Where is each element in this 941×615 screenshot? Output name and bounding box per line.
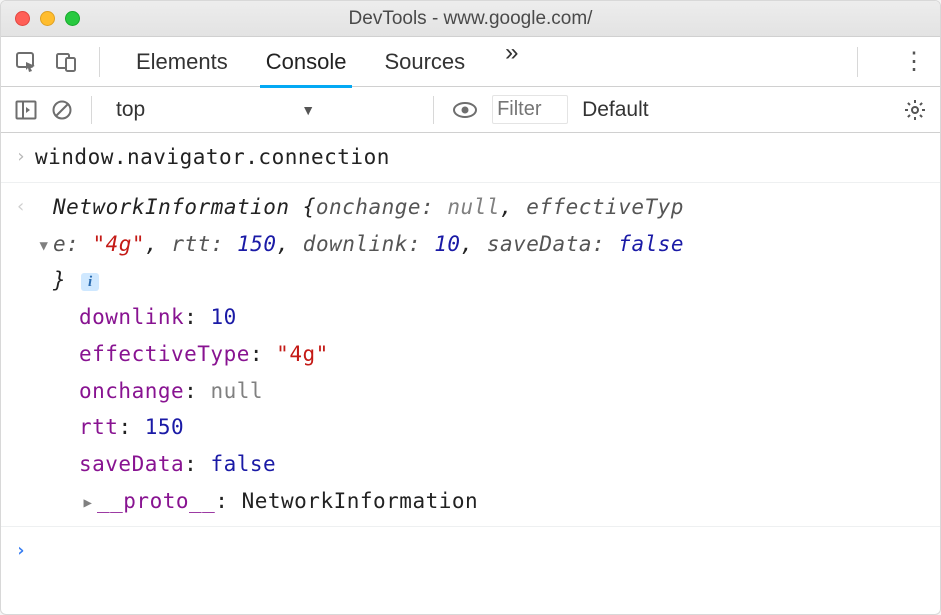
expand-toggle-icon[interactable]: ▼: [35, 234, 53, 259]
class-name: NetworkInformation: [53, 195, 290, 219]
panel-tabs: Elements Console Sources »: [134, 39, 519, 85]
filter-input[interactable]: [492, 95, 568, 124]
devtools-window: DevTools - www.google.com/ Elements Cons…: [0, 0, 941, 615]
divider: [99, 47, 100, 77]
window-title: DevTools - www.google.com/: [1, 8, 940, 30]
property-row[interactable]: effectiveType: "4g": [79, 336, 930, 373]
prompt-marker-icon: ›: [7, 533, 35, 567]
clear-console-icon[interactable]: [51, 99, 73, 121]
divider: [91, 96, 92, 124]
execution-context-label: top: [116, 98, 145, 122]
maximize-icon[interactable]: [65, 11, 80, 26]
kebab-menu-icon[interactable]: ⋮: [902, 47, 926, 76]
traffic-lights: [1, 11, 80, 26]
titlebar: DevTools - www.google.com/: [1, 1, 940, 37]
output-marker-icon: ‹: [7, 189, 35, 223]
console-input-text: window.navigator.connection: [35, 139, 930, 176]
property-row[interactable]: downlink: 10: [79, 299, 930, 336]
console-prompt[interactable]: ›: [1, 527, 940, 573]
device-toggle-icon[interactable]: [55, 51, 77, 73]
minimize-icon[interactable]: [40, 11, 55, 26]
tabs-overflow-icon[interactable]: »: [505, 39, 518, 85]
input-marker-icon: ›: [7, 139, 35, 173]
divider: [433, 96, 434, 124]
expand-toggle-icon[interactable]: ▶: [79, 491, 97, 516]
console-body: › window.navigator.connection ‹ ▼Network…: [1, 133, 940, 614]
execution-context-selector[interactable]: top ▼: [110, 96, 415, 124]
divider: [857, 47, 858, 77]
property-row[interactable]: rtt: 150: [79, 409, 930, 446]
proto-row[interactable]: ▶__proto__: NetworkInformation: [79, 483, 930, 520]
inspect-icon[interactable]: [15, 51, 37, 73]
console-sidebar-toggle-icon[interactable]: [15, 100, 37, 120]
console-toolbar: top ▼ Default: [1, 87, 940, 133]
main-tabstrip: Elements Console Sources » ⋮: [1, 37, 940, 87]
tab-elements[interactable]: Elements: [134, 39, 230, 85]
property-row[interactable]: saveData: false: [79, 446, 930, 483]
property-row[interactable]: onchange: null: [79, 373, 930, 410]
close-icon[interactable]: [15, 11, 30, 26]
log-level-selector[interactable]: Default: [582, 98, 649, 122]
live-expression-icon[interactable]: [452, 101, 478, 119]
tab-sources[interactable]: Sources: [382, 39, 467, 85]
chevron-down-icon: ▼: [301, 102, 315, 118]
gear-icon[interactable]: [904, 99, 926, 121]
console-result[interactable]: ‹ ▼NetworkInformation {onchange: null, e…: [1, 183, 940, 527]
object-preview[interactable]: ▼NetworkInformation {onchange: null, eff…: [35, 189, 930, 299]
tab-console[interactable]: Console: [264, 39, 349, 85]
info-icon[interactable]: i: [81, 273, 99, 291]
result-content: ▼NetworkInformation {onchange: null, eff…: [35, 189, 930, 520]
object-properties: downlink: 10 effectiveType: "4g" onchang…: [79, 299, 930, 520]
console-input-line: › window.navigator.connection: [1, 133, 940, 183]
